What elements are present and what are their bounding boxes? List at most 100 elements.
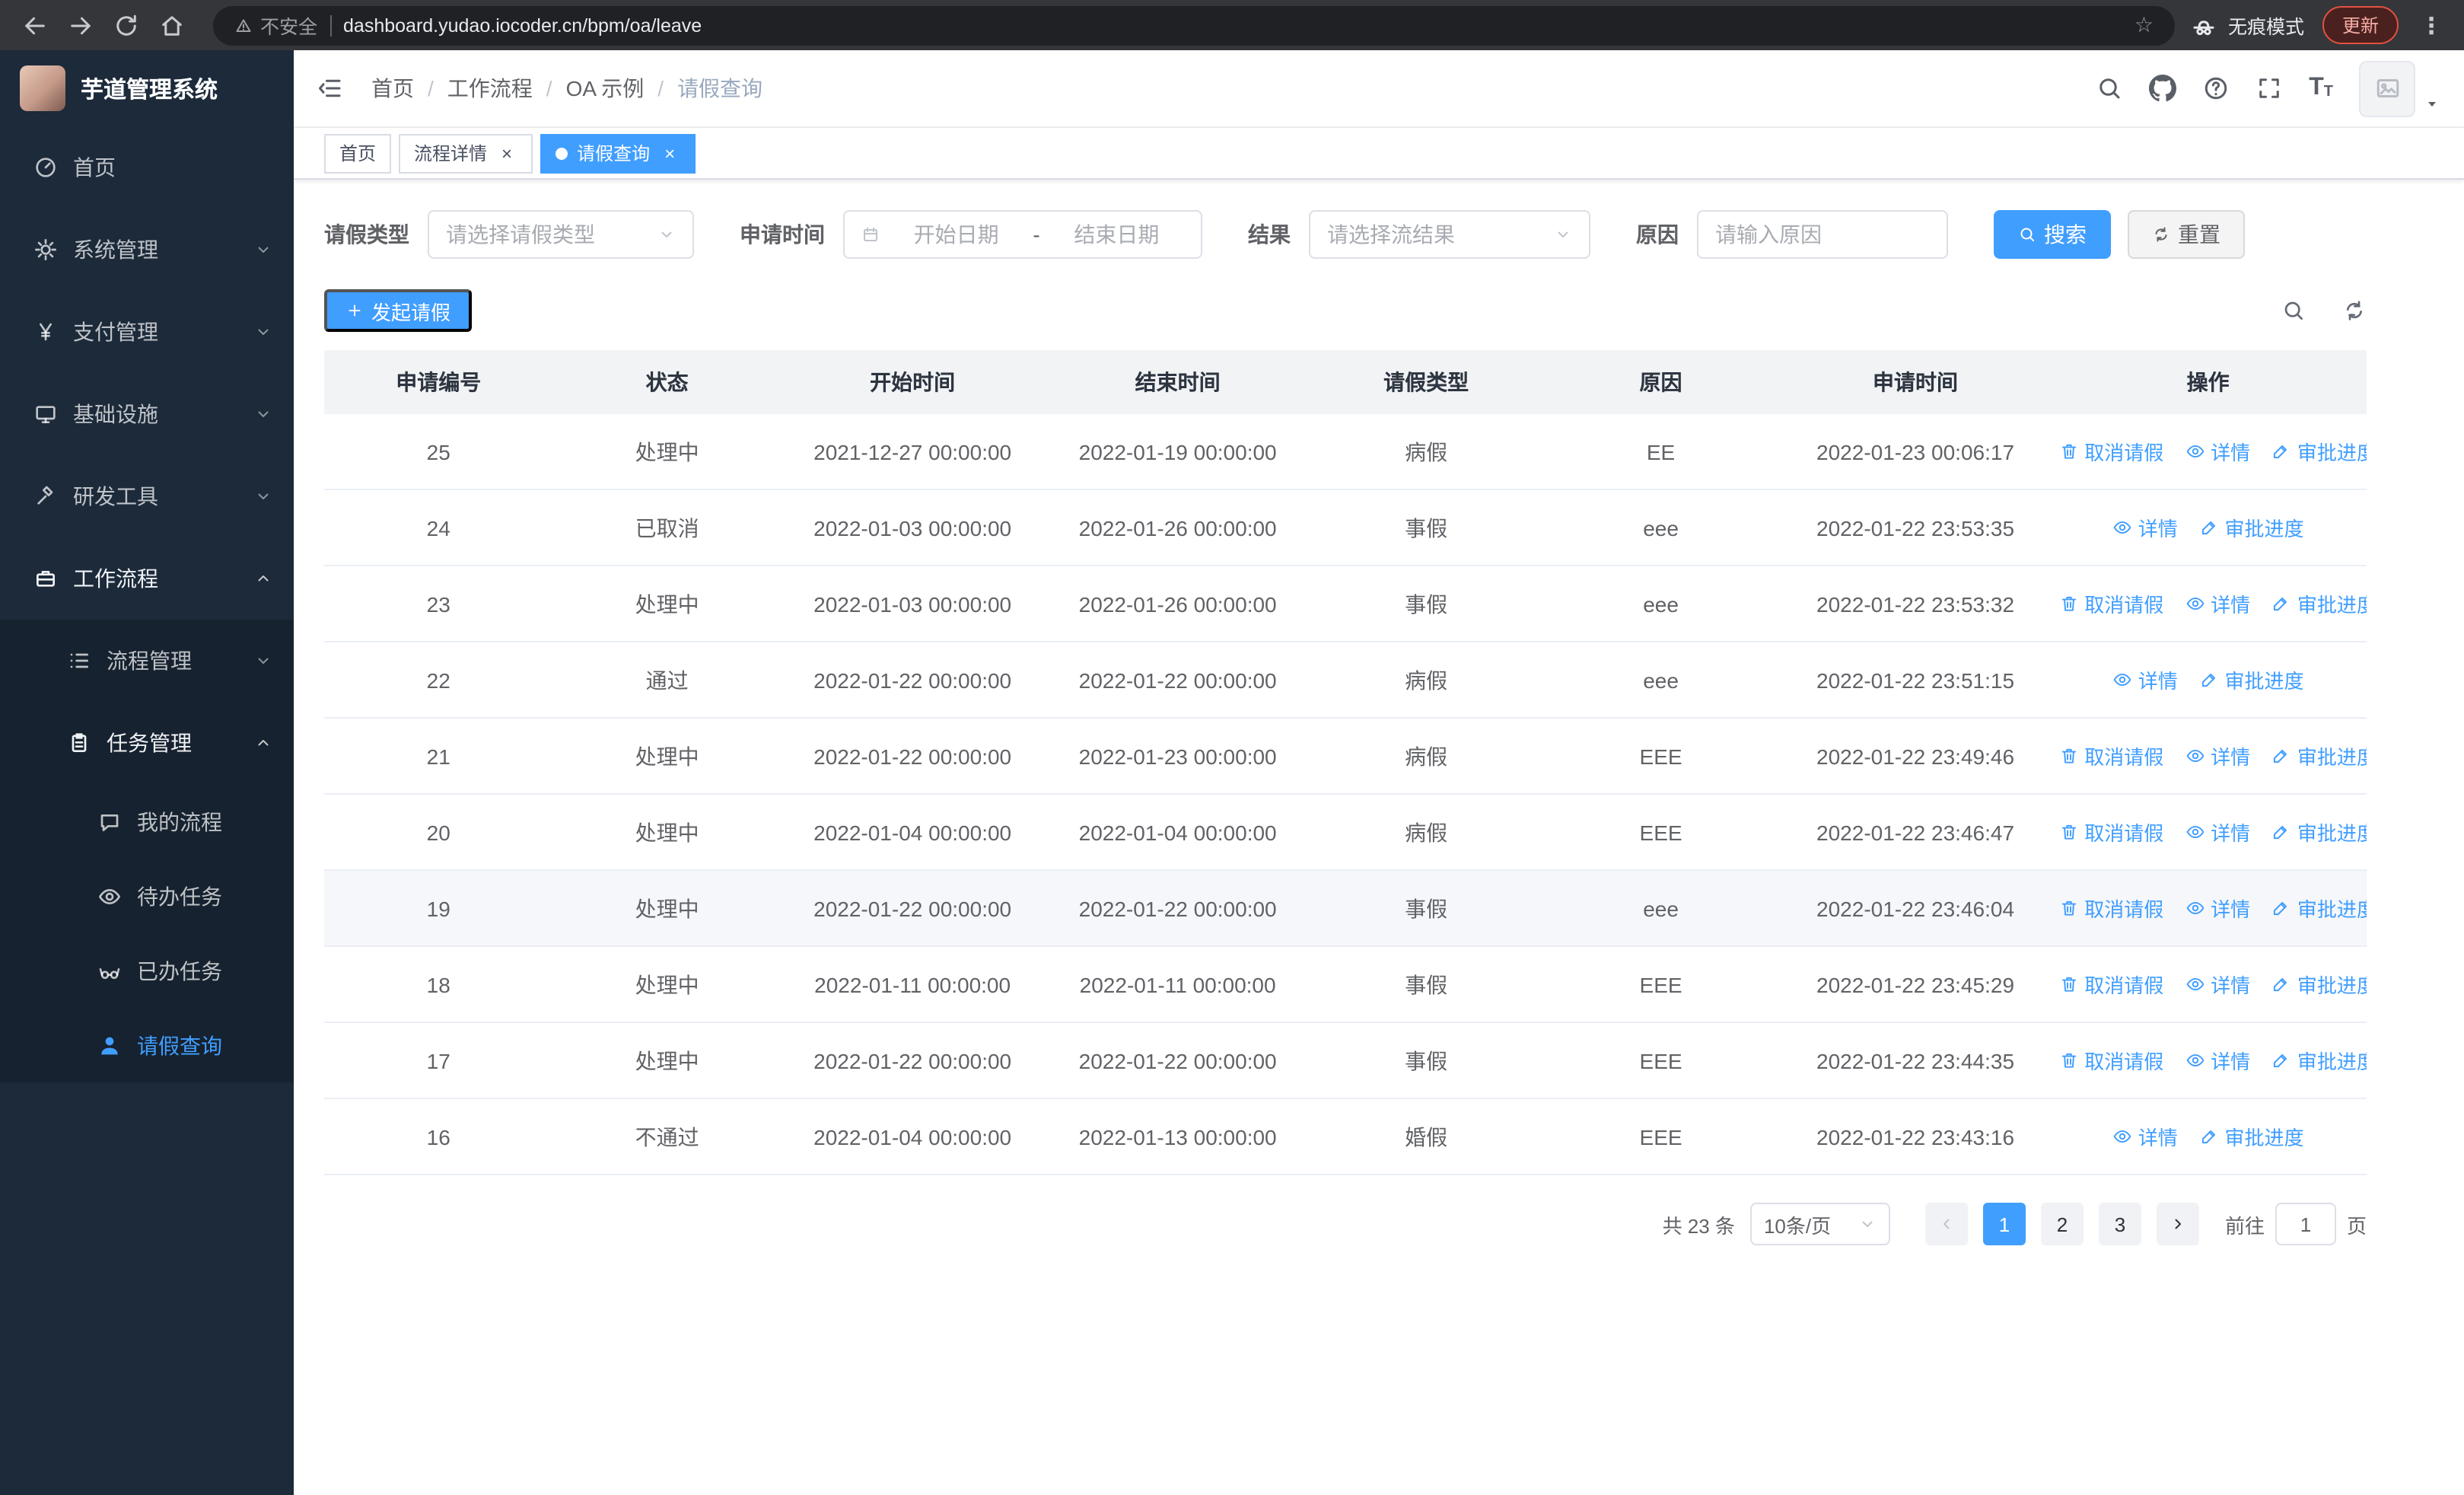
cancel-leave-link[interactable]: 取消请假	[2058, 970, 2163, 999]
sidebar-logo[interactable]: 芋道管理系统	[0, 50, 294, 126]
sidebar-item-task-management[interactable]: 任务管理	[0, 702, 294, 784]
detail-link[interactable]: 详情	[2185, 970, 2250, 999]
detail-link[interactable]: 详情	[2112, 665, 2178, 694]
github-button[interactable]	[2149, 75, 2176, 102]
address-bar[interactable]: 不安全 dashboard.yudao.iocoder.cn/bpm/oa/le…	[213, 5, 2175, 45]
next-page-button[interactable]	[2156, 1203, 2199, 1245]
detail-link[interactable]: 详情	[2185, 437, 2250, 466]
cell-end-time: 2022-01-22 00:00:00	[1043, 870, 1312, 947]
approval-progress-link[interactable]: 审批进度	[2199, 513, 2304, 542]
font-size-button[interactable]	[2309, 76, 2333, 100]
close-icon[interactable]	[659, 142, 680, 164]
browser-forward-button[interactable]	[61, 5, 100, 45]
fullscreen-button[interactable]	[2255, 75, 2283, 102]
table-row[interactable]: 21 处理中 2022-01-22 00:00:00 2022-01-23 00…	[324, 718, 2367, 795]
create-leave-button[interactable]: 发起请假	[324, 289, 473, 332]
sidebar-item-system-management[interactable]: 系统管理	[0, 209, 294, 291]
breadcrumb-oa-example[interactable]: OA 示例	[566, 73, 678, 104]
user-avatar-menu[interactable]	[2359, 60, 2441, 116]
docs-help-button[interactable]	[2202, 75, 2230, 102]
browser-reload-button[interactable]	[107, 5, 146, 45]
detail-link[interactable]: 详情	[2185, 741, 2250, 770]
sidebar-item-label: 我的流程	[137, 809, 222, 834]
incognito-icon	[2190, 11, 2217, 39]
reset-button[interactable]: 重置	[2128, 210, 2245, 259]
table-row[interactable]: 16 不通过 2022-01-04 00:00:00 2022-01-13 00…	[324, 1098, 2367, 1175]
approval-progress-link[interactable]: 审批进度	[2271, 970, 2367, 999]
table-row[interactable]: 23 处理中 2022-01-03 00:00:00 2022-01-26 00…	[324, 566, 2367, 642]
browser-back-button[interactable]	[15, 5, 55, 45]
sidebar-item-dev-tools[interactable]: 研发工具	[0, 455, 294, 537]
sidebar-item-leave-query[interactable]: 请假查询	[0, 1008, 294, 1082]
table-row[interactable]: 22 通过 2022-01-22 00:00:00 2022-01-22 00:…	[324, 642, 2367, 719]
table-row[interactable]: 24 已取消 2022-01-03 00:00:00 2022-01-26 00…	[324, 489, 2367, 566]
tab-leave-query[interactable]: 请假查询	[540, 133, 696, 173]
chevron-down-icon	[1554, 225, 1572, 244]
cancel-leave-link[interactable]: 取消请假	[2058, 589, 2163, 618]
sidebar-item-todo-tasks[interactable]: 待办任务	[0, 859, 294, 933]
table-row[interactable]: 20 处理中 2022-01-04 00:00:00 2022-01-04 00…	[324, 794, 2367, 871]
sidebar-item-workflow[interactable]: 工作流程	[0, 537, 294, 620]
breadcrumb-workflow[interactable]: 工作流程	[447, 73, 566, 104]
collapse-sidebar-button[interactable]	[317, 75, 344, 102]
bookmark-star-icon[interactable]	[2135, 12, 2154, 38]
toggle-search-button[interactable]	[2281, 298, 2306, 323]
security-warning[interactable]: 不安全	[234, 11, 317, 40]
table-row[interactable]: 25 处理中 2021-12-27 00:00:00 2022-01-19 00…	[324, 414, 2367, 490]
approval-progress-link[interactable]: 审批进度	[2199, 665, 2304, 694]
cell-status: 已取消	[552, 489, 782, 566]
cancel-leave-link[interactable]: 取消请假	[2058, 818, 2163, 846]
tab-label: 首页	[339, 143, 377, 164]
tab-home[interactable]: 首页	[324, 133, 392, 173]
page-button-1[interactable]: 1	[1982, 1203, 2026, 1245]
page-size-select[interactable]: 10条/页	[1749, 1203, 1890, 1245]
cell-end-time: 2022-01-19 00:00:00	[1043, 414, 1312, 490]
detail-link[interactable]: 详情	[2112, 513, 2178, 542]
sidebar-item-process-management[interactable]: 流程管理	[0, 620, 294, 702]
apply-time-range-picker[interactable]: 开始日期 - 结束日期	[843, 210, 1202, 259]
breadcrumb-home[interactable]: 首页	[371, 73, 447, 104]
page-button-3[interactable]: 3	[2098, 1203, 2141, 1245]
reason-input[interactable]	[1698, 212, 1947, 257]
browser-home-button[interactable]	[152, 5, 192, 45]
approval-progress-link[interactable]: 审批进度	[2271, 1046, 2367, 1075]
cancel-leave-link[interactable]: 取消请假	[2058, 741, 2163, 770]
sidebar-item-done-tasks[interactable]: 已办任务	[0, 933, 294, 1008]
goto-page-input[interactable]	[2275, 1203, 2336, 1245]
sidebar-item-home[interactable]: 首页	[0, 126, 294, 209]
approval-progress-link[interactable]: 审批进度	[2199, 1122, 2304, 1151]
table-row[interactable]: 17 处理中 2022-01-22 00:00:00 2022-01-22 00…	[324, 1022, 2367, 1099]
table-row[interactable]: 18 处理中 2022-01-11 00:00:00 2022-01-11 00…	[324, 946, 2367, 1023]
cancel-leave-link[interactable]: 取消请假	[2058, 894, 2163, 923]
cell-leave-type: 病假	[1311, 642, 1541, 719]
header-search-button[interactable]	[2096, 75, 2123, 102]
sidebar-item-my-processes[interactable]: 我的流程	[0, 784, 294, 859]
sidebar-item-infrastructure[interactable]: 基础设施	[0, 373, 294, 455]
browser-chrome: 不安全 dashboard.yudao.iocoder.cn/bpm/oa/le…	[0, 0, 2464, 50]
detail-link[interactable]: 详情	[2185, 818, 2250, 846]
search-button[interactable]: 搜索	[1994, 210, 2111, 259]
browser-update-button[interactable]: 更新	[2322, 6, 2399, 44]
detail-link[interactable]: 详情	[2185, 589, 2250, 618]
approval-progress-link[interactable]: 审批进度	[2271, 437, 2367, 466]
result-select[interactable]: 请选择流结果	[1309, 210, 1590, 259]
detail-link[interactable]: 详情	[2112, 1122, 2178, 1151]
page-button-2[interactable]: 2	[2040, 1203, 2084, 1245]
approval-progress-link[interactable]: 审批进度	[2271, 741, 2367, 770]
tab-process-detail[interactable]: 流程详情	[399, 133, 533, 173]
sidebar-item-payment-management[interactable]: 支付管理	[0, 291, 294, 373]
detail-link[interactable]: 详情	[2185, 894, 2250, 923]
refresh-table-button[interactable]	[2342, 298, 2367, 323]
cancel-leave-link[interactable]: 取消请假	[2058, 1046, 2163, 1075]
cell-actions: 详情 审批进度	[2049, 489, 2367, 566]
leave-type-select[interactable]: 请选择请假类型	[428, 210, 694, 259]
close-icon[interactable]	[496, 142, 517, 164]
browser-menu-icon[interactable]	[2414, 11, 2449, 39]
approval-progress-link[interactable]: 审批进度	[2271, 589, 2367, 618]
detail-link[interactable]: 详情	[2185, 1046, 2250, 1075]
approval-progress-link[interactable]: 审批进度	[2271, 818, 2367, 846]
table-row[interactable]: 19 处理中 2022-01-22 00:00:00 2022-01-22 00…	[324, 870, 2367, 947]
approval-progress-link[interactable]: 审批进度	[2271, 894, 2367, 923]
cancel-leave-link[interactable]: 取消请假	[2058, 437, 2163, 466]
prev-page-button[interactable]	[1924, 1203, 1968, 1245]
